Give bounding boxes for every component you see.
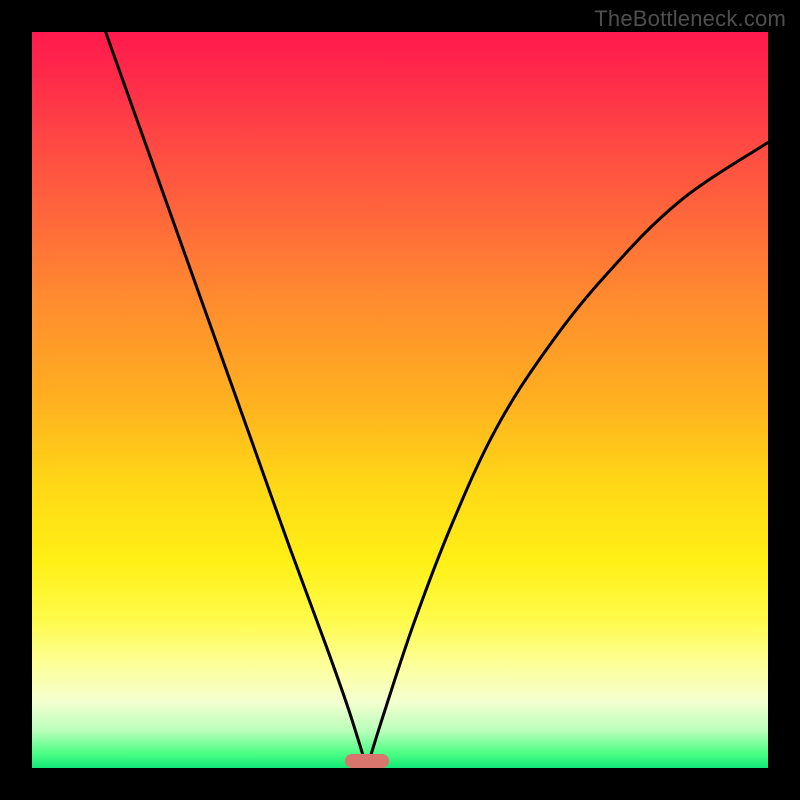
curve-left-branch [106, 32, 367, 768]
plot-area [32, 32, 768, 768]
curve-layer [32, 32, 768, 768]
watermark-text: TheBottleneck.com [594, 6, 786, 32]
curve-right-branch [367, 142, 768, 768]
chart-frame: TheBottleneck.com [0, 0, 800, 800]
bottleneck-marker [345, 754, 389, 768]
